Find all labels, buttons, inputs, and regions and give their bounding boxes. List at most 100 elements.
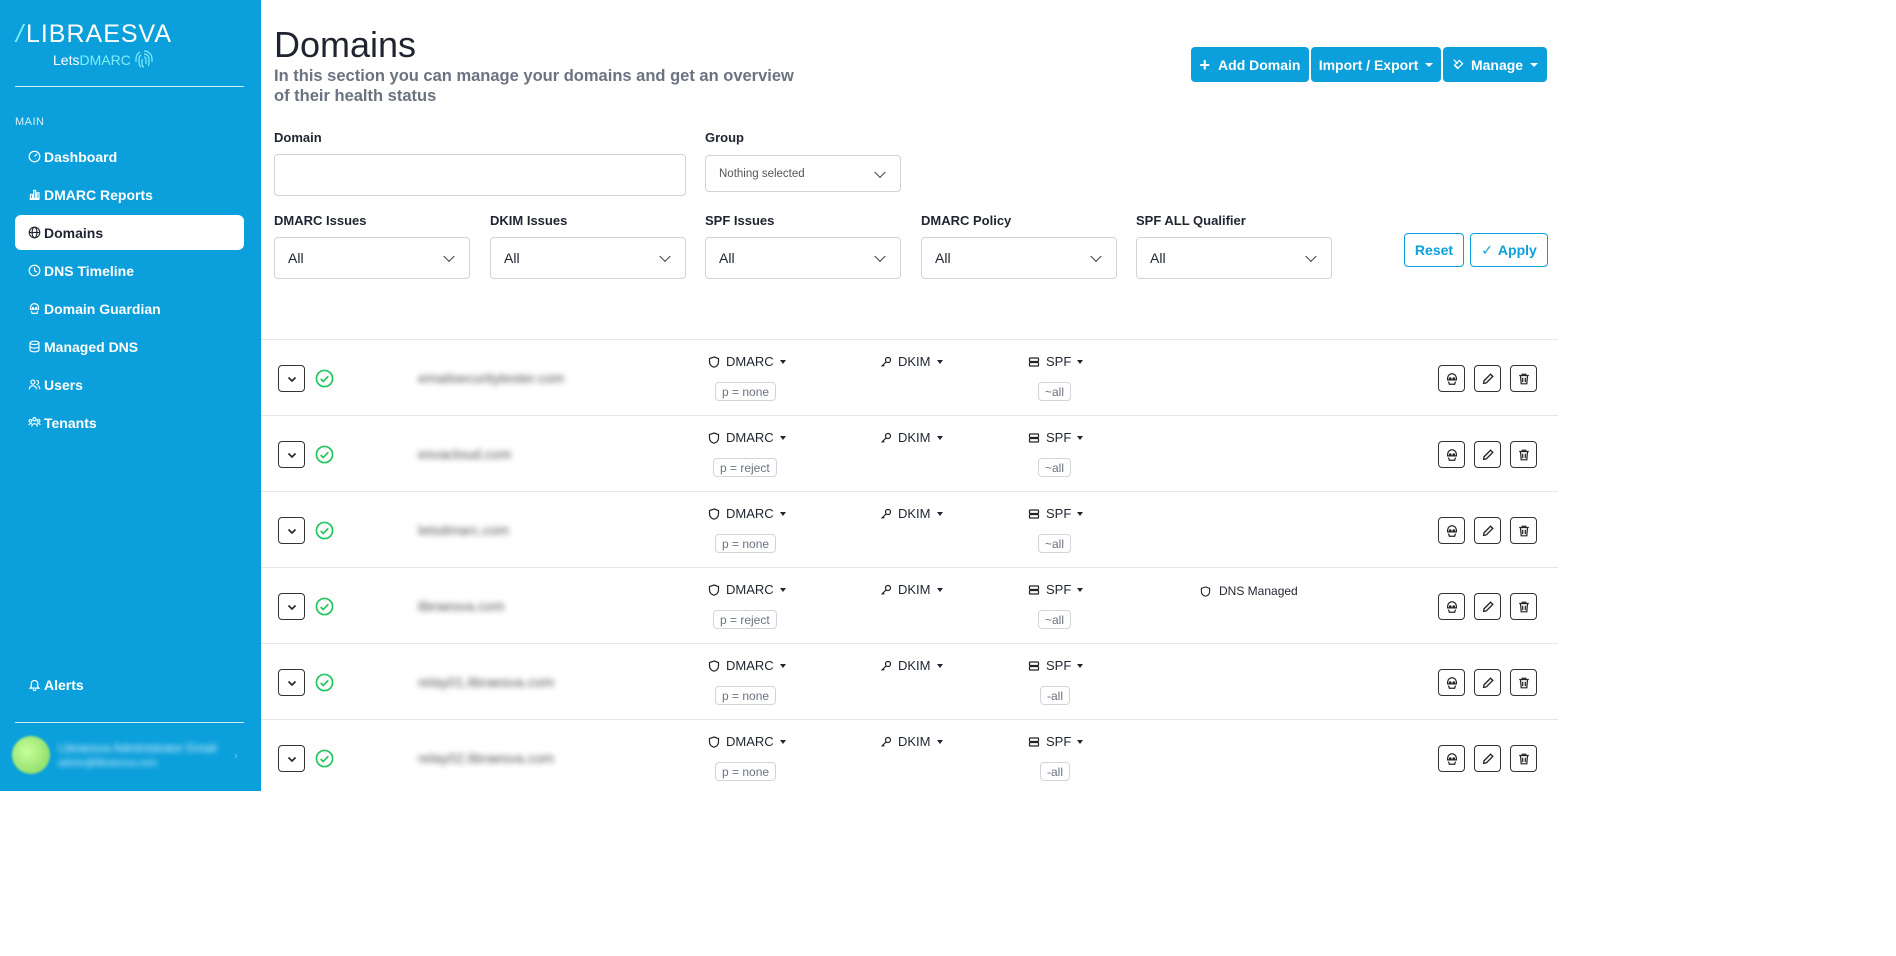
dkim-dropdown[interactable]: DKIM (880, 354, 943, 369)
spf-issues-select[interactable]: All (705, 237, 901, 279)
spf-dropdown[interactable]: SPF (1028, 582, 1084, 597)
spf-qualifier-badge: -all (1040, 686, 1071, 705)
dmarc-policy-select[interactable]: All (921, 237, 1117, 279)
domain-name[interactable]: libraesva.com (404, 568, 586, 644)
dmarc-dropdown[interactable]: DMARC (708, 734, 786, 749)
spf-dropdown[interactable]: SPF (1028, 430, 1084, 445)
delete-button[interactable] (1510, 669, 1537, 696)
expand-row-button[interactable] (278, 669, 305, 696)
dkim-dropdown[interactable]: DKIM (880, 506, 943, 521)
dmarc-dropdown[interactable]: DMARC (708, 506, 786, 521)
spf-all-qualifier-value: All (1150, 250, 1166, 266)
apply-button[interactable]: ✓ Apply (1470, 233, 1548, 267)
edit-button[interactable] (1474, 669, 1501, 696)
dkim-dropdown[interactable]: DKIM (880, 430, 943, 445)
key-icon (881, 584, 892, 595)
expand-row-button[interactable] (278, 593, 305, 620)
import-export-button[interactable]: Import / Export (1311, 47, 1441, 82)
brand-logo[interactable]: /LIBRAESVA LetsDMARC (16, 20, 172, 68)
dkim-issues-select[interactable]: All (490, 237, 686, 279)
dmarc-dropdown[interactable]: DMARC (708, 430, 786, 445)
delete-button[interactable] (1510, 517, 1537, 544)
sidebar-item-dmarc-reports[interactable]: DMARC Reports (15, 177, 244, 212)
dmarc-dropdown[interactable]: DMARC (708, 582, 786, 597)
dmarc-policy-badge: p = none (715, 534, 777, 553)
domain-name[interactable]: esvacloud.com (404, 416, 586, 492)
caret-down-icon (1077, 435, 1084, 440)
domain-name[interactable]: letsdmarc.com (404, 492, 586, 568)
chevron-down-icon (1305, 250, 1317, 263)
dkim-dropdown[interactable]: DKIM (880, 658, 943, 673)
sidebar-item-users[interactable]: Users (15, 367, 244, 402)
add-domain-button[interactable]: + Add Domain (1191, 47, 1309, 82)
sidebar-item-dashboard[interactable]: Dashboard (15, 139, 244, 174)
delete-button[interactable] (1510, 441, 1537, 468)
expand-row-button[interactable] (278, 441, 305, 468)
domain-name[interactable]: emailsecuritytester.com (404, 340, 586, 416)
group-select[interactable]: Nothing selected (705, 155, 901, 192)
spf-dropdown[interactable]: SPF (1028, 506, 1084, 521)
domain-search-input[interactable] (274, 154, 686, 196)
delete-button[interactable] (1510, 745, 1537, 772)
user-profile[interactable]: Libraesva Administrator Email admin@libr… (12, 736, 238, 774)
dmarc-dropdown[interactable]: DMARC (708, 658, 786, 673)
sidebar-item-domains[interactable]: Domains (15, 215, 244, 250)
edit-button[interactable] (1474, 365, 1501, 392)
delete-button[interactable] (1510, 593, 1537, 620)
expand-row-button[interactable] (278, 517, 305, 544)
spf-qualifier-badge: ~all (1038, 458, 1072, 477)
guardian-button[interactable] (1438, 745, 1465, 772)
dkim-dropdown[interactable]: DKIM (880, 734, 943, 749)
spf-dropdown[interactable]: SPF (1028, 354, 1084, 369)
domain-name-text: emailsecuritytester.com (418, 370, 565, 386)
key-icon (881, 508, 892, 519)
dns-managed-status: DNS Managed (1200, 584, 1298, 598)
guardian-button[interactable] (1438, 593, 1465, 620)
user-name: Libraesva Administrator Email (58, 741, 217, 755)
sidebar-item-dns-timeline[interactable]: DNS Timeline (15, 253, 244, 288)
alerts-section: Alerts (15, 667, 244, 705)
guardian-button[interactable] (1438, 365, 1465, 392)
reset-button[interactable]: Reset (1404, 233, 1464, 267)
chevron-down-icon (874, 250, 886, 263)
sidebar-item-alerts[interactable]: Alerts (15, 667, 244, 702)
spf-all-qualifier-select[interactable]: All (1136, 237, 1332, 279)
sidebar-item-tenants[interactable]: Tenants (15, 405, 244, 440)
dmarc-dropdown[interactable]: DMARC (708, 354, 786, 369)
domain-name[interactable]: relay01.libraesva.com (404, 644, 586, 720)
spf-dropdown[interactable]: SPF (1028, 734, 1084, 749)
dmarc-policy-badge: p = none (715, 382, 777, 401)
dkim-label: DKIM (898, 354, 931, 369)
dmarc-issues-select[interactable]: All (274, 237, 470, 279)
guardian-button[interactable] (1438, 669, 1465, 696)
delete-button[interactable] (1510, 365, 1537, 392)
expand-row-button[interactable] (278, 745, 305, 772)
edit-button[interactable] (1474, 517, 1501, 544)
dkim-label: DKIM (898, 506, 931, 521)
caret-down-icon (1077, 663, 1084, 668)
guardian-button[interactable] (1438, 517, 1465, 544)
page-subtitle: In this section you can manage your doma… (274, 67, 794, 105)
chart-icon (29, 189, 40, 200)
edit-button[interactable] (1474, 441, 1501, 468)
caret-down-icon (936, 587, 943, 592)
dmarc-label: DMARC (726, 582, 774, 597)
spf-dropdown[interactable]: SPF (1028, 658, 1084, 673)
check-circle-icon (315, 749, 334, 768)
dkim-label: DKIM (898, 430, 931, 445)
sidebar-item-managed-dns[interactable]: Managed DNS (15, 329, 244, 364)
check-circle-icon (315, 597, 334, 616)
pencil-icon (1482, 676, 1494, 688)
edit-button[interactable] (1474, 745, 1501, 772)
domain-name[interactable]: relay02.libraesva.com (404, 720, 586, 796)
key-icon (881, 432, 892, 443)
dkim-dropdown[interactable]: DKIM (880, 582, 943, 597)
guardian-button[interactable] (1438, 441, 1465, 468)
edit-button[interactable] (1474, 593, 1501, 620)
expand-row-button[interactable] (278, 365, 305, 392)
table-row: esvacloud.com DMARC p = reject DKIM SPF … (261, 415, 1558, 491)
dmarc-label: DMARC (726, 658, 774, 673)
manage-button[interactable]: Manage (1443, 47, 1547, 82)
sidebar-item-domain-guardian[interactable]: Domain Guardian (15, 291, 244, 326)
spf-label: SPF (1046, 582, 1072, 597)
